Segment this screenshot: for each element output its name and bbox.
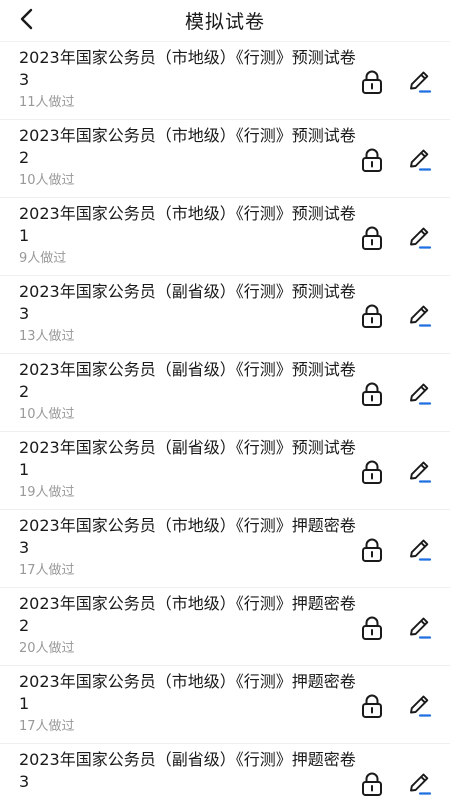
attempt-count: 11人做过 — [19, 95, 75, 110]
chevron-left-icon — [20, 8, 33, 30]
attempt-count: 9人做过 — [19, 251, 67, 266]
lock-icon — [362, 694, 382, 718]
exam-title[interactable]: 2023年国家公务员（市地级）《行测》预测试卷1 — [19, 203, 359, 247]
app-screen: 模拟试卷 2023年国家公务员（市地级）《行测》预测试卷3 11人做过 2023… — [0, 0, 450, 800]
pencil-icon — [410, 149, 432, 171]
list-item[interactable]: 2023年国家公务员（市地级）《行测》预测试卷3 11人做过 — [0, 42, 450, 120]
pencil-icon — [410, 617, 432, 639]
edit-button[interactable] — [406, 459, 434, 485]
list-item[interactable]: 2023年国家公务员（副省级）《行测》预测试卷1 19人做过 — [0, 432, 450, 510]
lock-icon — [362, 304, 382, 328]
lock-icon — [362, 70, 382, 94]
page-title: 模拟试卷 — [184, 11, 265, 33]
edit-button[interactable] — [406, 615, 434, 641]
list-item[interactable]: 2023年国家公务员（市地级）《行测》预测试卷2 10人做过 — [0, 120, 450, 198]
exam-list: 2023年国家公务员（市地级）《行测》预测试卷3 11人做过 2023年国家公务… — [0, 42, 450, 800]
attempt-count: 10人做过 — [19, 173, 75, 188]
list-item[interactable]: 2023年国家公务员（副省级）《行测》预测试卷3 13人做过 — [0, 276, 450, 354]
attempt-count: 17人做过 — [19, 719, 75, 734]
lock-icon — [362, 382, 382, 406]
exam-title[interactable]: 2023年国家公务员（市地级）《行测》预测试卷2 — [19, 125, 359, 169]
edit-button[interactable] — [406, 537, 434, 563]
exam-title[interactable]: 2023年国家公务员（副省级）《行测》预测试卷2 — [19, 359, 359, 403]
edit-button[interactable] — [406, 381, 434, 407]
attempt-count: 19人做过 — [19, 485, 75, 500]
attempt-count: 13人做过 — [19, 329, 75, 344]
pencil-icon — [410, 383, 432, 405]
exam-title[interactable]: 2023年国家公务员（副省级）《行测》预测试卷1 — [19, 437, 359, 481]
pencil-icon — [410, 305, 432, 327]
lock-button[interactable] — [359, 381, 385, 407]
lock-icon — [362, 772, 382, 796]
lock-button[interactable] — [359, 537, 385, 563]
back-button[interactable] — [12, 4, 42, 34]
list-item[interactable]: 2023年国家公务员（市地级）《行测》押题密卷1 17人做过 — [0, 666, 450, 744]
lock-button[interactable] — [359, 147, 385, 173]
attempt-count: 20人做过 — [19, 641, 75, 656]
pencil-icon — [410, 461, 432, 483]
lock-button[interactable] — [359, 459, 385, 485]
attempt-count: 10人做过 — [19, 407, 75, 422]
lock-icon — [362, 538, 382, 562]
exam-title[interactable]: 2023年国家公务员（市地级）《行测》押题密卷3 — [19, 515, 359, 559]
lock-icon — [362, 460, 382, 484]
edit-button[interactable] — [406, 147, 434, 173]
lock-button[interactable] — [359, 303, 385, 329]
edit-button[interactable] — [406, 303, 434, 329]
list-item[interactable]: 2023年国家公务员（副省级）《行测》预测试卷2 10人做过 — [0, 354, 450, 432]
list-item[interactable]: 2023年国家公务员（市地级）《行测》押题密卷3 17人做过 — [0, 510, 450, 588]
edit-button[interactable] — [406, 69, 434, 95]
pencil-icon — [410, 695, 432, 717]
list-item[interactable]: 2023年国家公务员（市地级）《行测》预测试卷1 9人做过 — [0, 198, 450, 276]
edit-button[interactable] — [406, 771, 434, 797]
lock-button[interactable] — [359, 771, 385, 797]
list-item[interactable]: 2023年国家公务员（市地级）《行测》押题密卷2 20人做过 — [0, 588, 450, 666]
lock-button[interactable] — [359, 225, 385, 251]
exam-title[interactable]: 2023年国家公务员（市地级）《行测》押题密卷1 — [19, 671, 359, 715]
exam-title[interactable]: 2023年国家公务员（副省级）《行测》预测试卷3 — [19, 281, 359, 325]
pencil-icon — [410, 71, 432, 93]
lock-button[interactable] — [359, 693, 385, 719]
list-item[interactable]: 2023年国家公务员（副省级）《行测》押题密卷3 — [0, 744, 450, 800]
pencil-icon — [410, 773, 432, 795]
attempt-count: 17人做过 — [19, 563, 75, 578]
exam-title[interactable]: 2023年国家公务员（市地级）《行测》押题密卷2 — [19, 593, 359, 637]
pencil-icon — [410, 539, 432, 561]
lock-icon — [362, 148, 382, 172]
lock-icon — [362, 226, 382, 250]
edit-button[interactable] — [406, 693, 434, 719]
lock-icon — [362, 616, 382, 640]
exam-title[interactable]: 2023年国家公务员（市地级）《行测》预测试卷3 — [19, 47, 359, 91]
edit-button[interactable] — [406, 225, 434, 251]
nav-header: 模拟试卷 — [0, 0, 450, 42]
pencil-icon — [410, 227, 432, 249]
exam-title[interactable]: 2023年国家公务员（副省级）《行测》押题密卷3 — [19, 749, 359, 793]
lock-button[interactable] — [359, 615, 385, 641]
lock-button[interactable] — [359, 69, 385, 95]
